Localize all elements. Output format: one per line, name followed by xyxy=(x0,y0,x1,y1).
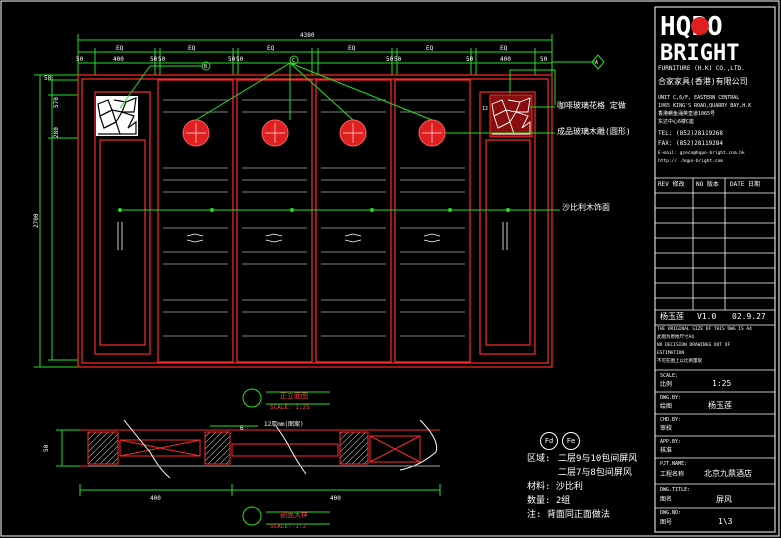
callout-c: C xyxy=(292,58,295,64)
dim-50: 50 xyxy=(76,56,84,63)
elevation-title: 正立面图 xyxy=(280,391,308,400)
date: 02.9.27 xyxy=(732,312,766,321)
eq-label: EQ xyxy=(348,45,356,52)
disclaimer-line: THE ORIGINAL SIZE OF THIS DWG IS A4 xyxy=(657,327,752,332)
project-value: 北京九鼎酒店 xyxy=(704,469,752,478)
dim-400: 400 xyxy=(113,56,124,63)
chk-by-cn: 审校 xyxy=(660,425,673,432)
dwg-by-label: DWG.BY: xyxy=(660,395,682,401)
section-dim-50: 50 xyxy=(43,444,50,452)
dim-50: 50 xyxy=(540,56,548,63)
section-dim-400-left: 400 xyxy=(150,495,161,502)
dwg-by-cn: 绘图 xyxy=(660,403,673,410)
dim-50: 50 xyxy=(158,56,166,63)
lattice-right xyxy=(489,94,533,138)
region-line-2: 二层7与8包间屏风 xyxy=(558,468,632,478)
no-label: DWG.NO: xyxy=(660,510,682,516)
website: http:// .hqpo-bright.com xyxy=(658,159,724,164)
disclaimer-line: 此图为原始尺寸A4 xyxy=(657,335,694,340)
rev-header: REV 修改 xyxy=(658,181,685,188)
dim-280: 280 xyxy=(53,127,60,138)
company-logo: HQPO BRIGHT xyxy=(660,12,739,66)
title-value: 屏风 xyxy=(716,495,732,504)
email: E-mail: gzeco@hqpo-bright.com.hk xyxy=(658,151,745,156)
dim-400: 400 xyxy=(500,56,511,63)
dwg-by-value: 杨玉莲 xyxy=(708,401,732,410)
height-dim: 2700 xyxy=(33,213,40,228)
project-label: PJT.NAME: xyxy=(660,461,688,467)
svg-text:BRIGHT: BRIGHT xyxy=(660,41,739,66)
address-line: 1065 KING'S ROAD,QUARRY BAY,H.K xyxy=(658,103,752,109)
scale-value: 1:25 xyxy=(712,379,732,388)
company-cn: 合家家具(香港)有限公司 xyxy=(658,77,748,86)
scale-cn: 比例 xyxy=(660,381,673,388)
dim-12: 12 xyxy=(482,106,488,112)
scale-label: SCALE: xyxy=(660,373,679,379)
disclaimer-line: ESTIMATION xyxy=(657,351,685,356)
badge-fe: Fe xyxy=(562,432,580,450)
tel: TEL: (852)28119268 xyxy=(658,130,724,137)
material: 材料: 沙比利 xyxy=(527,482,583,492)
date-header: DATE 日期 xyxy=(730,181,761,188)
title-label: DWG.TITLE: xyxy=(660,487,691,493)
callout-b: B xyxy=(204,64,207,70)
no-value: 1\3 xyxy=(718,517,733,526)
section-dim-400-right: 400 xyxy=(330,495,341,502)
address-line: UNIT C,6/F, EASTERN CENTRAL xyxy=(658,95,740,101)
app-by-cn: 核准 xyxy=(660,447,673,454)
note-lattice: 咖啡玻璃花格 定做 xyxy=(557,101,626,110)
quantity: 数量: 2组 xyxy=(527,496,571,506)
note-panel: 沙比利木饰面 xyxy=(562,203,610,212)
company-en: FURNITURE (H.K) CO.,LTD. xyxy=(658,65,745,72)
no-cn: 图号 xyxy=(660,519,673,526)
no-header: NO 版本 xyxy=(696,181,719,188)
disclaimer-line: 不可在图上以比例量取 xyxy=(657,359,702,364)
eq-label: EQ xyxy=(500,45,508,52)
address-line: 东达中心6楼C座 xyxy=(658,119,695,125)
note-carving: 成品玻璃木雕(圆形) xyxy=(557,127,631,136)
region-label: 区域: xyxy=(527,454,551,464)
version: V1.0 xyxy=(697,312,717,321)
callout-a: A xyxy=(595,60,598,66)
cad-drawing-canvas[interactable]: 4380 EQ EQ EQ EQ EQ EQ 50 400 50 50 50 5… xyxy=(0,0,781,538)
dim-50: 50 xyxy=(386,56,394,63)
region-line-1: 二层9与10包间屏风 xyxy=(558,454,638,464)
eq-label: EQ xyxy=(426,45,434,52)
total-width-dim: 4380 xyxy=(300,32,315,39)
glass-note: 12厚mm(图案) xyxy=(264,420,304,428)
chk-by-label: CHD.BY: xyxy=(660,417,682,423)
title-cn: 图名 xyxy=(660,496,673,503)
dim-50: 50 xyxy=(466,56,474,63)
section-scale: SCALE: 1:2 xyxy=(270,523,307,530)
dim-50: 50 xyxy=(236,56,244,63)
eq-label: EQ xyxy=(188,45,196,52)
fax: FAX: (852)28119284 xyxy=(658,140,724,147)
dim-50: 50 xyxy=(150,56,158,63)
elevation-scale: SCALE: 1:25 xyxy=(270,404,310,411)
address-line: 香港鲗鱼涌英皇道1065号 xyxy=(658,111,716,117)
disclaimer-line: NO DECISION DRAWINGS OUT OF xyxy=(657,343,731,348)
eq-label: EQ xyxy=(267,45,275,52)
designer-name: 杨玉莲 xyxy=(660,312,684,321)
note: 注: 背面同正面做法 xyxy=(527,510,610,520)
dim-570: 570 xyxy=(53,97,60,108)
section-title: 剖面大样 xyxy=(280,510,308,519)
app-by-label: APP.BY: xyxy=(660,439,682,445)
eq-label: EQ xyxy=(116,45,124,52)
badge-fd: Fd xyxy=(540,432,558,450)
project-cn: 工程名称 xyxy=(660,471,685,478)
lattice-left xyxy=(96,96,138,136)
dim-50: 50 xyxy=(394,56,402,63)
dim-50: 50 xyxy=(44,75,52,82)
dim-6: 6 xyxy=(240,425,244,432)
dim-50: 50 xyxy=(228,56,236,63)
